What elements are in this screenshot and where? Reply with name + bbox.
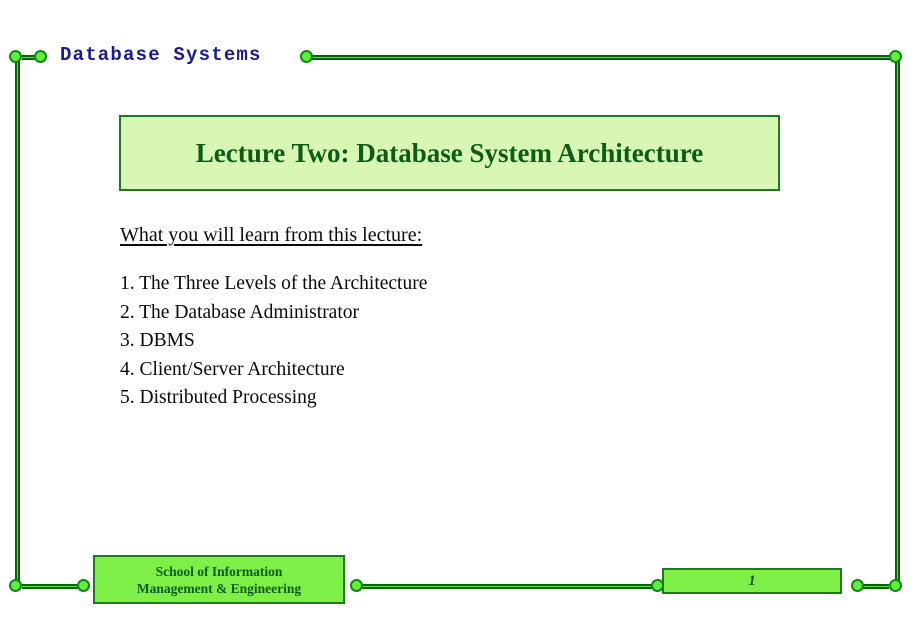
page-number: 1 xyxy=(748,572,756,589)
frame-segment-bottom-middle xyxy=(362,584,654,589)
learning-objectives-list: 1. The Three Levels of the Architecture … xyxy=(120,270,427,413)
frame-node-top-left-outer xyxy=(9,50,22,63)
frame-segment-right-vertical xyxy=(895,60,900,584)
frame-segment-left-vertical xyxy=(15,60,20,584)
frame-node-bottom-left-inner xyxy=(77,579,90,592)
frame-segment-top-right xyxy=(312,55,892,60)
frame-node-top-right xyxy=(889,50,902,63)
list-item: 1. The Three Levels of the Architecture xyxy=(120,273,428,294)
frame-segment-bottom-left-connector xyxy=(22,584,79,589)
list-item: 5. Distributed Processing xyxy=(120,387,317,408)
learning-objectives-heading: What you will learn from this lecture: xyxy=(120,224,423,246)
list-item: 3. DBMS xyxy=(120,330,195,351)
school-name-line-1: School of Information xyxy=(155,563,283,579)
school-name-line-2: Management & Engineering xyxy=(136,580,302,596)
frame-node-bottom-left-outer xyxy=(9,579,22,592)
page-number-box: 1 xyxy=(662,568,842,594)
frame-node-bottom-center-left xyxy=(350,579,363,592)
list-item: 4. Client/Server Architecture xyxy=(120,358,345,380)
frame-node-top-left-inner xyxy=(34,50,47,63)
frame-node-top-center xyxy=(300,50,313,63)
frame-segment-bottom-right-connector xyxy=(862,584,889,589)
lecture-title-text: Lecture Two: Database System Architectur… xyxy=(195,137,704,168)
school-name-box: School of Information Management & Engin… xyxy=(93,555,345,604)
course-title: Database Systems xyxy=(60,44,262,66)
lecture-title-box: Lecture Two: Database System Architectur… xyxy=(119,115,780,191)
frame-node-bottom-right-inner xyxy=(851,579,864,592)
list-item: 2. The Database Administrator xyxy=(120,301,359,323)
frame-node-bottom-right-outer xyxy=(889,579,902,592)
